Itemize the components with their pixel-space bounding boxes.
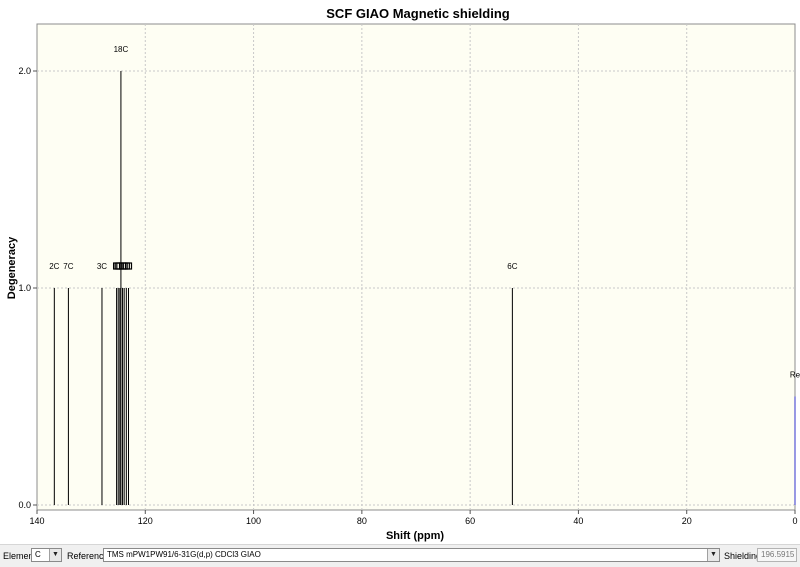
peak-label: 18C <box>114 45 129 54</box>
chart-svg: 2C 7C 3C 18C 6C Re 140 120 100 80 60 40 20 0 0.0 1.0 2.… <box>6 6 800 542</box>
y-tick-label: 0.0 <box>18 500 31 510</box>
plot-background <box>36 23 796 511</box>
element-value: C <box>35 550 41 559</box>
x-tick-label: 100 <box>246 516 261 526</box>
y-tick-label: 1.0 <box>18 283 31 293</box>
peak-label: Re <box>790 371 800 380</box>
peak-label: 2C <box>49 262 59 271</box>
peak-label: 6C <box>507 262 517 271</box>
reference-value: TMS mPW1PW91/6-31G(d,p) CDCl3 GIAO <box>107 550 261 559</box>
element-select[interactable]: C ▼ <box>31 548 62 562</box>
x-tick-label: 60 <box>465 516 475 526</box>
x-tick-label: 120 <box>138 516 153 526</box>
x-tick-label: 80 <box>357 516 367 526</box>
x-tick-label: 20 <box>682 516 692 526</box>
peak-label: 7C <box>63 262 73 271</box>
y-tick-label: 2.0 <box>18 66 31 76</box>
y-axis-label: Degeneracy <box>6 236 18 299</box>
shielding-value: 196.5915 <box>761 550 795 559</box>
x-tick-label: 0 <box>792 516 797 526</box>
chevron-down-icon[interactable]: ▼ <box>707 549 719 561</box>
chart-title: SCF GIAO Magnetic shielding <box>326 6 510 21</box>
x-tick-label: 40 <box>573 516 583 526</box>
nmr-spectrum-chart: 2C 7C 3C 18C 6C Re 140 120 100 80 60 40 20 0 0.0 1.0 2.… <box>0 0 800 544</box>
peak-label: 3C <box>97 262 107 271</box>
bottom-toolbar: Element: C ▼ Reference: TMS mPW1PW91/6-3… <box>0 544 800 567</box>
x-tick-label: 140 <box>29 516 44 526</box>
chevron-down-icon[interactable]: ▼ <box>49 549 61 561</box>
x-axis-label: Shift (ppm) <box>386 530 444 542</box>
shielding-field[interactable]: 196.5915 <box>757 548 797 562</box>
reference-select[interactable]: TMS mPW1PW91/6-31G(d,p) CDCl3 GIAO ▼ <box>103 548 720 562</box>
